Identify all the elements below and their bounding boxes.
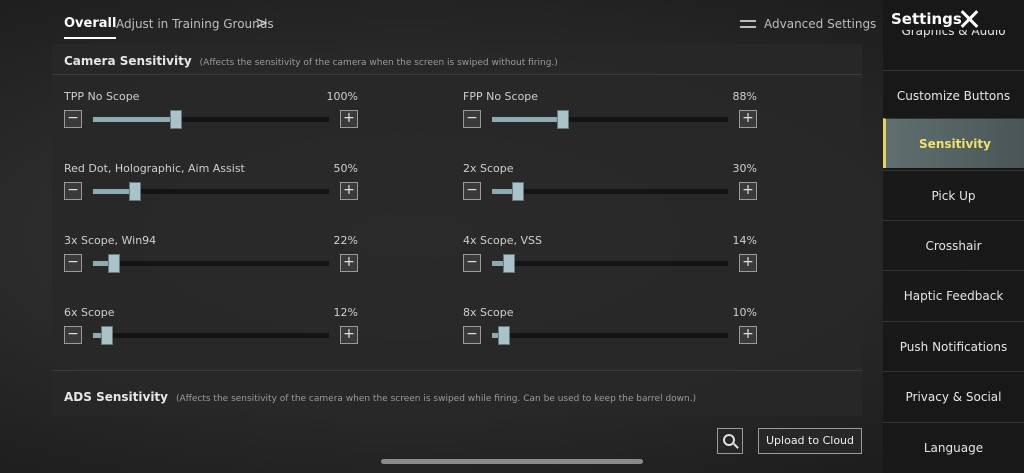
sidebar-item-label: Language bbox=[923, 440, 984, 455]
slider-thumb[interactable] bbox=[497, 326, 510, 345]
slider-label: 4x Scope, VSS bbox=[463, 234, 542, 247]
increase-button[interactable]: + bbox=[340, 254, 358, 272]
slider-track[interactable] bbox=[93, 326, 329, 345]
slider-track[interactable] bbox=[492, 110, 728, 129]
sidebar-item-language[interactable]: Language bbox=[883, 422, 1024, 472]
decrease-button[interactable]: − bbox=[463, 110, 481, 128]
slider-thumb[interactable] bbox=[169, 110, 182, 129]
search-icon-handle bbox=[733, 443, 739, 449]
camera-sensitivity-header: Camera Sensitivity (Affects the sensitivi… bbox=[64, 54, 558, 68]
increase-button[interactable]: + bbox=[340, 110, 358, 128]
tab-overall[interactable]: Overall bbox=[64, 16, 117, 39]
slider-track[interactable] bbox=[93, 254, 329, 273]
slider-fill bbox=[492, 117, 563, 122]
ads-sensitivity-note: (Affects the sensitivity of the camera w… bbox=[176, 394, 697, 404]
slider-thumb[interactable] bbox=[101, 326, 114, 345]
ads-sensitivity-header: ADS Sensitivity (Affects the sensitivity … bbox=[64, 390, 696, 404]
swap-icon bbox=[740, 18, 756, 30]
increase-button[interactable]: + bbox=[739, 326, 757, 344]
sensitivity-slider: 6x Scope 12% − + bbox=[64, 306, 358, 352]
sidebar-item-sensitivity[interactable]: Sensitivity bbox=[883, 118, 1024, 168]
increase-button[interactable]: + bbox=[340, 326, 358, 344]
ads-sensitivity-title: ADS Sensitivity bbox=[64, 390, 168, 404]
slider-value: 14% bbox=[732, 234, 757, 247]
sensitivity-slider: 2x Scope 30% − + bbox=[463, 162, 757, 208]
home-indicator bbox=[381, 459, 643, 464]
sensitivity-slider: TPP No Scope 100% − + bbox=[64, 90, 358, 136]
upload-to-cloud-button[interactable]: Upload to Cloud bbox=[758, 428, 862, 454]
increase-button[interactable]: + bbox=[739, 110, 757, 128]
decrease-button[interactable]: − bbox=[463, 326, 481, 344]
slider-value: 50% bbox=[333, 162, 358, 175]
slider-thumb[interactable] bbox=[502, 254, 515, 273]
slider-label: TPP No Scope bbox=[64, 90, 140, 103]
slider-thumb[interactable] bbox=[556, 110, 569, 129]
decrease-button[interactable]: − bbox=[64, 110, 82, 128]
camera-sensitivity-title: Camera Sensitivity bbox=[64, 54, 192, 68]
sidebar-item-label: Push Notifications bbox=[899, 339, 1008, 354]
slider-value: 30% bbox=[732, 162, 757, 175]
decrease-button[interactable]: − bbox=[463, 182, 481, 200]
slider-track[interactable] bbox=[93, 110, 329, 129]
search-button[interactable] bbox=[717, 428, 743, 454]
slider-label: 2x Scope bbox=[463, 162, 514, 175]
slider-label: 8x Scope bbox=[463, 306, 514, 319]
sidebar-item-label: Graphics & Audio bbox=[901, 30, 1006, 38]
decrease-button[interactable]: − bbox=[463, 254, 481, 272]
sidebar-item-graphics-audio[interactable]: Graphics & Audio bbox=[883, 30, 1024, 60]
slider-thumb[interactable] bbox=[511, 182, 524, 201]
sidebar-item-pick-up[interactable]: Pick Up bbox=[883, 170, 1024, 220]
advanced-settings-button[interactable]: Advanced Settings bbox=[740, 17, 876, 31]
slider-value: 12% bbox=[333, 306, 358, 319]
sidebar-item-label: Customize Buttons bbox=[896, 88, 1011, 103]
sidebar-item-push-notifications[interactable]: Push Notifications bbox=[883, 321, 1024, 371]
sensitivity-slider: FPP No Scope 88% − + bbox=[463, 90, 757, 136]
divider bbox=[52, 74, 862, 75]
slider-value: 10% bbox=[732, 306, 757, 319]
slider-label: FPP No Scope bbox=[463, 90, 539, 103]
sensitivity-slider: 4x Scope, VSS 14% − + bbox=[463, 234, 757, 280]
slider-thumb[interactable] bbox=[129, 182, 142, 201]
slider-track[interactable] bbox=[492, 326, 728, 345]
slider-value: 88% bbox=[732, 90, 757, 103]
divider bbox=[52, 370, 862, 371]
sidebar-item-label: Pick Up bbox=[931, 188, 976, 203]
sidebar-item-label: Sensitivity bbox=[919, 136, 991, 151]
sidebar-item-haptic-feedback[interactable]: Haptic Feedback bbox=[883, 270, 1024, 320]
tab-training-grounds[interactable]: Adjust in Training Grounds bbox=[116, 17, 274, 31]
increase-button[interactable]: + bbox=[340, 182, 358, 200]
sidebar-item-label: Crosshair bbox=[925, 238, 982, 253]
decrease-button[interactable]: − bbox=[64, 182, 82, 200]
slider-label: Red Dot, Holographic, Aim Assist bbox=[64, 162, 245, 175]
sidebar-item-crosshair[interactable]: Crosshair bbox=[883, 220, 1024, 270]
slider-label: 6x Scope bbox=[64, 306, 115, 319]
slider-track[interactable] bbox=[93, 182, 329, 201]
slider-track[interactable] bbox=[492, 254, 728, 273]
slider-fill bbox=[93, 117, 176, 122]
sidebar-item-privacy-social[interactable]: Privacy & Social bbox=[883, 371, 1024, 421]
sensitivity-slider: 3x Scope, Win94 22% − + bbox=[64, 234, 358, 280]
sensitivity-slider: 8x Scope 10% − + bbox=[463, 306, 757, 352]
advanced-settings-label: Advanced Settings bbox=[764, 17, 877, 31]
settings-title: Settings bbox=[891, 10, 962, 28]
camera-sensitivity-note: (Affects the sensitivity of the camera w… bbox=[199, 58, 558, 68]
settings-sidebar: Settings Graphics & Audio Customize Butto… bbox=[883, 0, 1024, 473]
slider-track[interactable] bbox=[492, 182, 728, 201]
increase-button[interactable]: + bbox=[739, 182, 757, 200]
slider-value: 100% bbox=[326, 90, 358, 103]
sensitivity-panel: Camera Sensitivity (Affects the sensitivi… bbox=[52, 44, 862, 416]
top-bar: Overall Adjust in Training Grounds > Adv… bbox=[0, 0, 880, 50]
close-icon[interactable] bbox=[958, 8, 980, 30]
sensitivity-slider: Red Dot, Holographic, Aim Assist 50% − + bbox=[64, 162, 358, 208]
slider-value: 22% bbox=[333, 234, 358, 247]
decrease-button[interactable]: − bbox=[64, 254, 82, 272]
slider-thumb[interactable] bbox=[108, 254, 121, 273]
chevron-right-icon[interactable]: > bbox=[255, 13, 268, 32]
sidebar-item-customize-buttons[interactable]: Customize Buttons bbox=[883, 70, 1024, 120]
sidebar-item-label: Haptic Feedback bbox=[903, 288, 1004, 303]
increase-button[interactable]: + bbox=[739, 254, 757, 272]
slider-label: 3x Scope, Win94 bbox=[64, 234, 157, 247]
sidebar-item-label: Privacy & Social bbox=[905, 389, 1002, 404]
decrease-button[interactable]: − bbox=[64, 326, 82, 344]
